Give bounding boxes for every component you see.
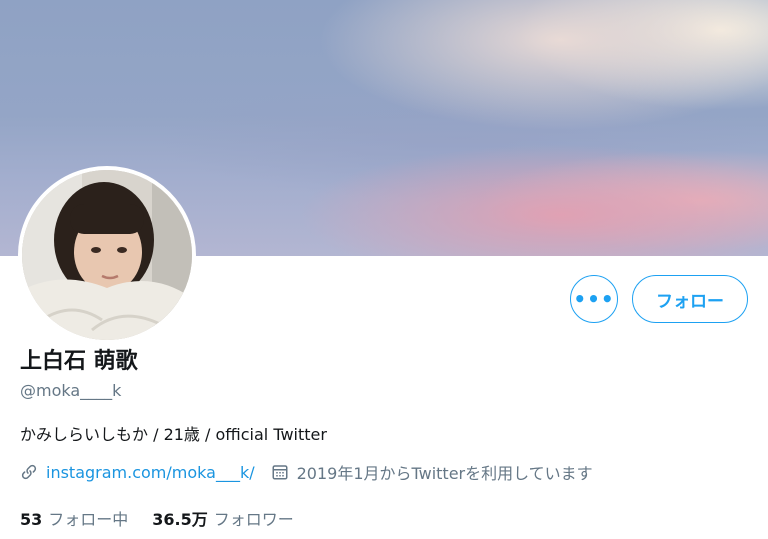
avatar[interactable] xyxy=(22,170,192,340)
avatar-image xyxy=(22,170,192,340)
link-icon xyxy=(20,463,38,481)
followers-label: フォロワー xyxy=(213,510,294,529)
following-link[interactable]: 53 フォロー中 xyxy=(20,506,128,530)
joined-date: 2019年1月からTwitterを利用しています xyxy=(271,460,593,484)
followers-count: 36.5万 xyxy=(152,510,208,529)
followers-link[interactable]: 36.5万 フォロワー xyxy=(152,506,294,530)
calendar-icon xyxy=(271,463,289,481)
more-icon: ••• xyxy=(573,287,615,311)
profile-stats: 53 フォロー中 36.5万 フォロワー xyxy=(20,506,294,530)
profile-link[interactable]: instagram.com/moka___k/ xyxy=(46,463,255,482)
following-label: フォロー中 xyxy=(48,510,129,529)
profile-meta: instagram.com/moka___k/ 2019年1月からTwitter… xyxy=(20,460,593,484)
profile-bio: かみしらいしもか / 21歳 / official Twitter xyxy=(20,425,327,444)
follow-button-label: フォロー xyxy=(656,291,724,312)
joined-text: 2019年1月からTwitterを利用しています xyxy=(296,464,593,483)
display-name: 上白石 萌歌 xyxy=(20,349,138,374)
following-count: 53 xyxy=(20,510,43,529)
more-options-button[interactable]: ••• xyxy=(570,275,618,323)
follow-button[interactable]: フォロー xyxy=(632,275,748,323)
user-handle: @moka____k xyxy=(20,381,122,400)
